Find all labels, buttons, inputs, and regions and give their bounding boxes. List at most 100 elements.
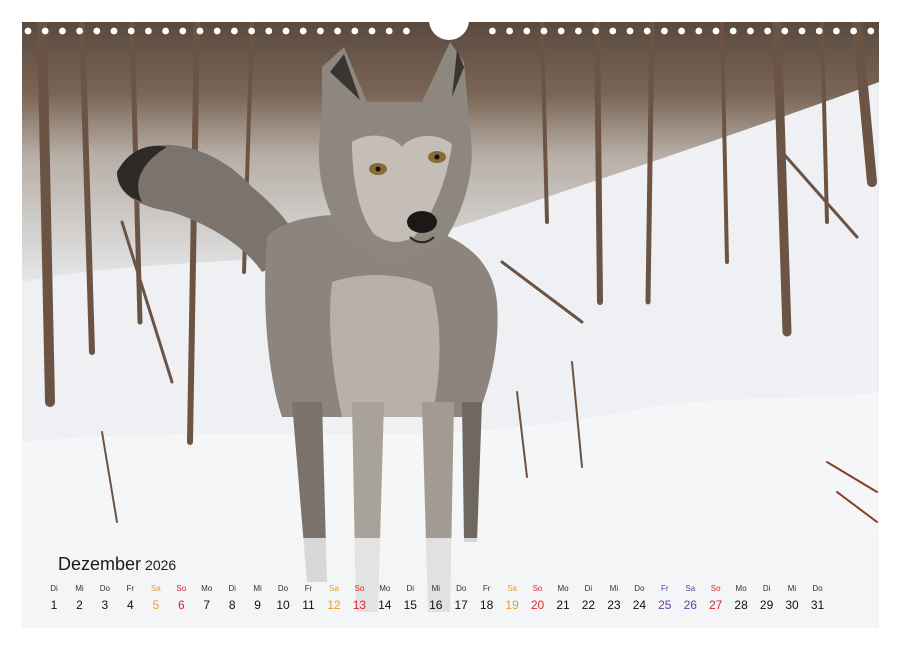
day-cell: Mi 23 [601,584,627,614]
day-cell: Di 1 [41,584,67,614]
binding-hole [59,27,66,35]
binding-hole [265,27,273,35]
binding-hole [127,27,135,35]
weekday-label: Mo [735,584,747,593]
weekday-label: Mi [787,584,797,593]
binding-hole [815,27,823,35]
day-number: 12 [327,598,341,612]
binding-hole [76,27,83,35]
binding-hole [729,27,737,35]
binding-hole [661,27,668,35]
binding-hole [523,27,531,35]
day-number: 8 [228,598,236,612]
binding-hole [41,27,49,35]
binding-hole [540,27,548,35]
weekday-label: Mi [431,584,441,593]
weekday-label: Do [99,584,110,593]
day-cell: So 13 [346,584,372,614]
binding-hole [24,27,32,35]
day-cell: Fr 4 [117,584,143,614]
weekday-label: Mo [201,584,213,593]
day-cell: Mi 16 [423,584,449,614]
binding-hole [110,27,118,35]
binding-hole [196,27,204,35]
day-cell: Di 8 [219,584,245,614]
day-number: 17 [454,598,468,612]
weekday-label: Fr [126,584,135,593]
binding-hole [575,27,582,35]
day-number: 28 [734,598,748,612]
day-number: 24 [632,598,647,612]
weekday-label: Sa [150,584,161,593]
day-number: 13 [352,598,367,612]
day-number: 2 [76,598,83,612]
binding-hole [334,27,341,35]
binding-hole [609,27,617,35]
day-number: 16 [429,598,443,612]
weekday-label: Fr [482,584,491,593]
day-cell: So 6 [168,584,194,614]
weekday-label: Sa [507,584,517,593]
weekday-label: Do [277,584,289,593]
day-cell: Fr 25 [652,584,678,614]
day-number: 6 [177,598,185,612]
binding-hole [747,27,754,35]
weekday-label: Mo [557,584,569,593]
weekday-label: Di [50,584,58,593]
weekday-label: So [354,584,365,593]
weekday-label: Di [406,584,415,593]
weekday-label: Mi [609,584,619,593]
day-cell: Sa 12 [321,584,347,614]
binding-hole [317,27,324,35]
day-cell: Fr 18 [474,584,500,614]
weekday-label: So [710,584,721,593]
binding-hole [781,27,789,35]
binding-hole [850,27,857,35]
day-number: 9 [254,598,261,612]
day-cell: Mo 21 [550,584,576,614]
day-number: 21 [556,598,570,612]
day-cell: Mo 7 [194,584,220,614]
weekday-label: Di [762,584,771,593]
binding-hole [833,27,840,35]
weekday-label: Di [228,584,236,593]
binding-hole [592,27,599,35]
day-cell: Do 3 [92,584,118,614]
day-cell: So 20 [525,584,551,614]
day-number: 7 [203,598,211,612]
day-cell: Fr 11 [296,584,322,614]
binding-hole [403,27,410,35]
day-cell: Sa 26 [677,584,703,614]
day-number: 26 [683,598,697,612]
binding-hole [489,27,496,35]
binding-hole [867,27,875,35]
weekday-label: Sa [328,584,339,593]
weekday-label: Mo [379,584,391,593]
day-row: Di 1 Mi 2 Do 3 Fr 4 Sa 5 So 6 Mo 7 Di 8 Mi 9 Do 10 Fr 11 Sa 12 S… [22,584,879,624]
binding-hole [764,27,771,35]
day-cell: Do 31 [805,584,831,614]
binding-hole [712,27,720,35]
day-number: 10 [276,598,290,612]
weekday-label: Fr [661,584,669,593]
day-cell: So 27 [703,584,729,614]
weekday-label: Sa [685,584,696,593]
weekday-label: So [532,584,543,593]
binding-hole [385,27,393,35]
binding-hole [282,27,290,35]
calendar-strip: Dezember 2026 Di 1 Mi 2 Do 3 Fr 4 Sa 5 So 6 Mo 7 Di 8 Mi 9… [22,538,879,628]
month-title: Dezember 2026 [58,554,176,575]
binding-hole [179,27,187,35]
day-number: 23 [607,598,621,612]
binding-hole [643,27,651,35]
day-cell: Mo 28 [728,584,754,614]
day-cell: Mi 9 [245,584,271,614]
month-name: Dezember [58,554,142,574]
weekday-label: So [176,584,187,593]
year-label: 2026 [145,557,177,573]
day-number: 20 [530,598,545,612]
day-number: 30 [785,598,799,612]
day-number: 25 [658,598,672,612]
day-number: 5 [152,598,160,612]
day-number: 27 [709,598,723,612]
